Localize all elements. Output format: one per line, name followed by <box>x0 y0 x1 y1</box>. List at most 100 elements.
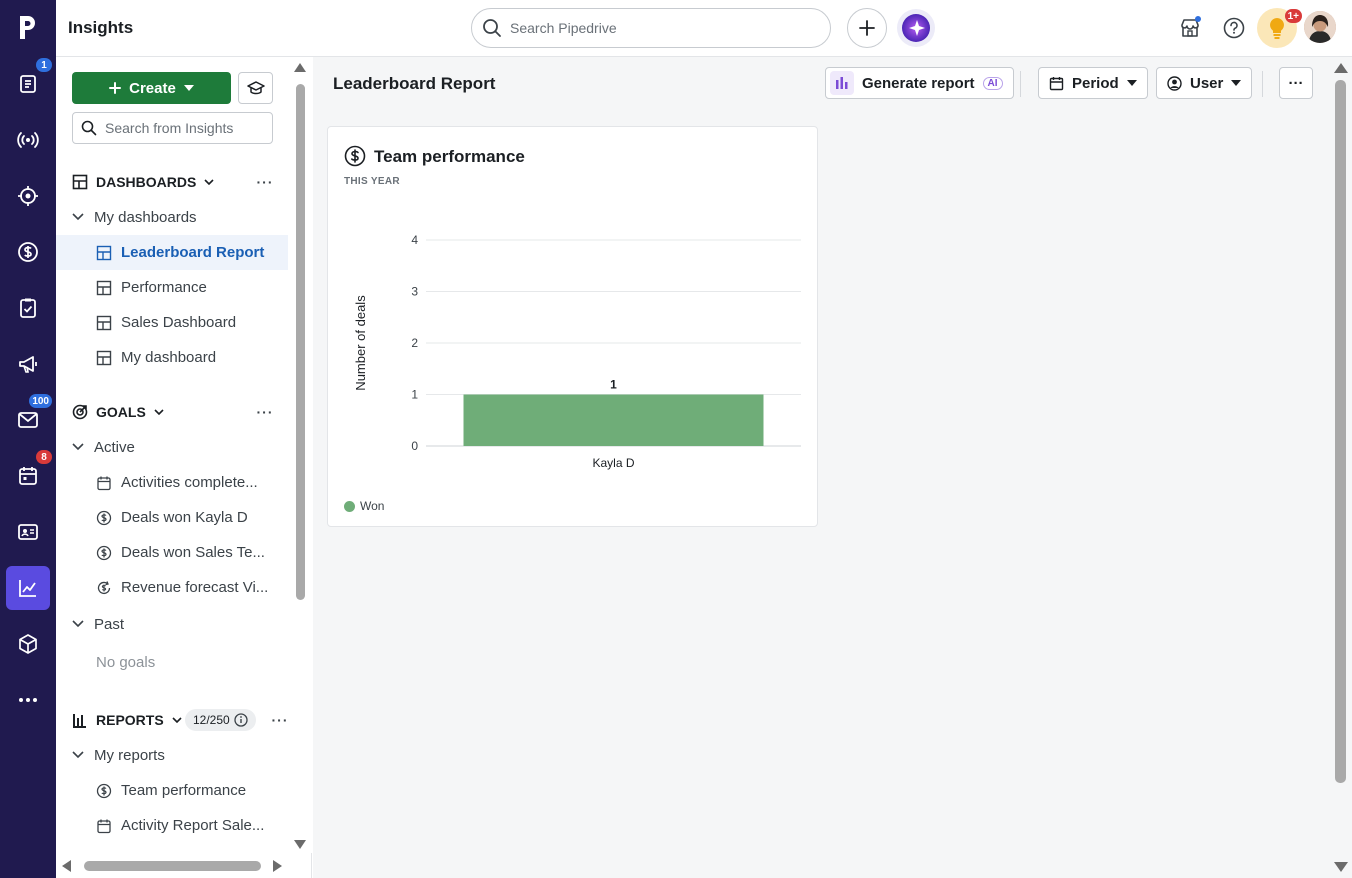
nav-badge: 100 <box>29 394 52 408</box>
period-filter-button[interactable]: Period <box>1038 67 1148 99</box>
nav-products-box-button[interactable] <box>6 622 50 666</box>
my-reports-label: My reports <box>94 746 165 764</box>
nav-calendar-button[interactable]: 8 <box>6 450 52 498</box>
goal-item-label: Deals won Sales Te... <box>121 544 265 561</box>
dashboard-item[interactable]: Sales Dashboard <box>56 305 288 340</box>
scroll-down-arrow[interactable] <box>294 840 306 849</box>
active-goals-group[interactable]: Active <box>72 435 135 459</box>
dashboard-grid-icon <box>96 245 112 260</box>
y-tick-label: 1 <box>411 388 418 402</box>
chevron-down-icon <box>172 717 182 723</box>
nav-deals-dollar-button[interactable] <box>6 230 50 274</box>
scroll-up-arrow[interactable] <box>294 63 306 72</box>
reports-more-button[interactable]: ··· <box>268 709 292 731</box>
learn-button[interactable] <box>238 72 273 104</box>
plus-icon <box>859 20 875 36</box>
my-reports-group[interactable]: My reports <box>72 743 165 767</box>
scroll-right-arrow[interactable] <box>273 860 282 872</box>
avatar[interactable] <box>1304 11 1336 43</box>
past-goals-group[interactable]: Past <box>72 612 124 636</box>
help-icon[interactable] <box>1220 14 1248 42</box>
ai-assistant-button[interactable] <box>896 8 936 48</box>
dashboard-item[interactable]: Leaderboard Report <box>56 235 288 270</box>
scroll-up-arrow[interactable] <box>1334 63 1348 73</box>
tips-button[interactable]: 1+ <box>1257 8 1302 48</box>
period-label: Period <box>1072 74 1119 92</box>
info-icon[interactable] <box>234 713 248 727</box>
reports-count-badge: 12/250 <box>185 709 256 731</box>
dashboard-item[interactable]: My dashboard <box>56 340 288 375</box>
team-performance-card[interactable]: Team performance THIS YEAR 0 1 2 3 4 Number o… <box>327 126 818 527</box>
card-period: THIS YEAR <box>344 176 400 187</box>
global-search[interactable] <box>471 8 831 48</box>
goal-item[interactable]: Revenue forecast Vi... <box>56 570 288 605</box>
y-tick-label: 0 <box>411 439 418 453</box>
chevron-down-icon <box>154 409 164 415</box>
bar-data-label: 1 <box>610 378 617 392</box>
target-icon <box>18 186 38 206</box>
more-icon <box>19 698 37 702</box>
dashboards-section-toggle[interactable]: DASHBOARDS <box>72 171 214 193</box>
goal-item[interactable]: Deals won Sales Te... <box>56 535 288 570</box>
active-goals-label: Active <box>94 438 135 456</box>
nav-megaphone-button[interactable] <box>6 342 50 386</box>
goal-item[interactable]: Deals won Kayla D <box>56 500 288 535</box>
y-tick-label: 4 <box>411 233 418 247</box>
more-dots-icon: ··· <box>1288 74 1304 92</box>
scroll-left-arrow[interactable] <box>62 860 71 872</box>
insights-chart-icon <box>19 580 36 597</box>
nav-mail-button[interactable]: 100 <box>6 394 52 442</box>
dollar-circle-icon <box>96 545 112 560</box>
calendar-icon <box>19 467 37 485</box>
sidebar-hscroll-thumb[interactable] <box>84 861 261 871</box>
nav-badge: 8 <box>36 450 52 464</box>
dashboards-more-button[interactable]: ··· <box>253 171 277 193</box>
nav-more-button[interactable] <box>6 678 50 722</box>
report-item[interactable]: Team performance <box>56 773 288 808</box>
contacts-card-icon <box>18 524 38 540</box>
user-filter-button[interactable]: User <box>1156 67 1253 99</box>
chevron-down-icon <box>72 751 84 759</box>
caret-down-icon <box>1126 80 1137 86</box>
dashboard-item-label: My dashboard <box>121 349 217 366</box>
main-scroll-thumb[interactable] <box>1335 80 1346 783</box>
goal-item-label: Revenue forecast Vi... <box>121 579 269 596</box>
insights-search-input[interactable] <box>105 120 265 136</box>
scroll-down-arrow[interactable] <box>1334 862 1348 872</box>
nav-insights-chart-button[interactable] <box>6 566 50 610</box>
nav-badge: 1 <box>36 58 52 72</box>
nav-target-button[interactable] <box>6 174 50 218</box>
marketplace-icon[interactable] <box>1176 14 1204 42</box>
goal-item-label: Deals won Kayla D <box>121 509 248 526</box>
generate-report-button[interactable]: Generate report AI <box>825 67 1014 99</box>
dashboard-area: Leaderboard Report Generate report AI Pe… <box>313 57 1352 878</box>
nav-leads-button[interactable]: 1 <box>6 58 52 106</box>
dashboard-item[interactable]: Performance <box>56 270 288 305</box>
notification-badge: 1+ <box>1284 9 1302 23</box>
nav-broadcast-button[interactable] <box>6 118 50 162</box>
insights-search[interactable] <box>72 112 273 144</box>
search-icon <box>81 120 97 136</box>
dashboard-item-label: Performance <box>121 279 207 296</box>
chart-legend[interactable]: Won <box>344 499 384 513</box>
create-button[interactable]: Create <box>72 72 231 104</box>
page-title: Leaderboard Report <box>333 74 496 93</box>
goal-item[interactable]: Activities complete... <box>56 465 288 500</box>
dollar-circle-icon <box>96 510 112 525</box>
dashboard-more-button[interactable]: ··· <box>1279 67 1313 99</box>
nav-contacts-card-button[interactable] <box>6 510 50 554</box>
toolbar-divider <box>1262 71 1263 97</box>
x-tick-label: Kayla D <box>592 456 634 470</box>
global-search-input[interactable] <box>510 20 810 36</box>
sidebar-scroll-thumb[interactable] <box>296 84 305 600</box>
my-dashboards-group[interactable]: My dashboards <box>72 205 197 229</box>
goals-more-button[interactable]: ··· <box>253 401 277 423</box>
quick-add-button[interactable] <box>847 8 887 48</box>
reports-section-toggle[interactable]: REPORTS <box>72 709 182 731</box>
nav-tasks-clipboard-button[interactable] <box>6 286 50 330</box>
pipedrive-logo[interactable] <box>14 10 42 44</box>
forecast-dollar-icon <box>97 580 111 594</box>
dashboard-grid-icon <box>96 315 112 330</box>
goals-section-toggle[interactable]: GOALS <box>72 401 164 423</box>
report-item[interactable]: Activity Report Sale... <box>56 808 288 843</box>
